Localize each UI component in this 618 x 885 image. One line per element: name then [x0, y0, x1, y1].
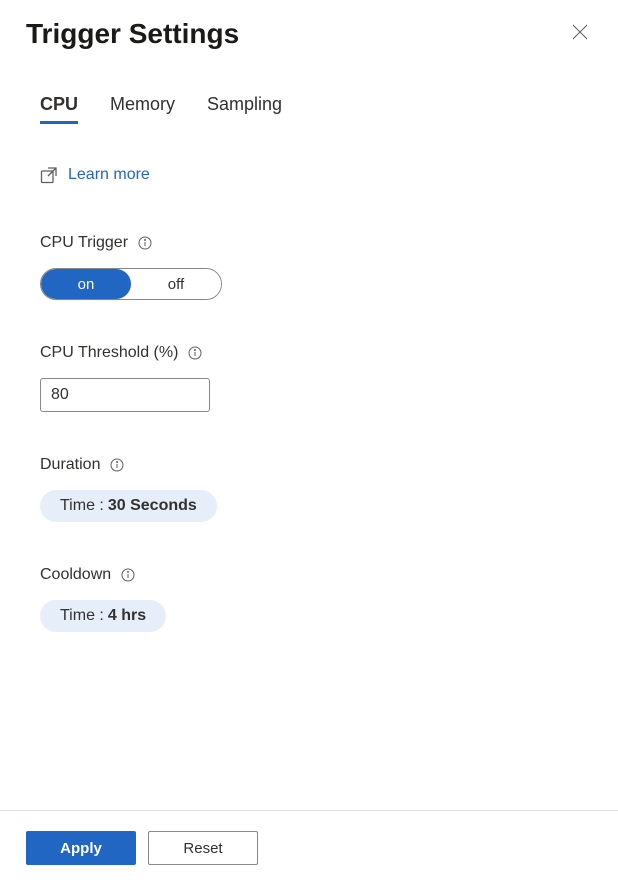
- tab-memory[interactable]: Memory: [110, 94, 175, 124]
- tab-sampling[interactable]: Sampling: [207, 94, 282, 124]
- footer: Apply Reset: [0, 810, 618, 885]
- info-icon[interactable]: [138, 236, 152, 250]
- duration-label: Duration: [40, 456, 100, 474]
- reset-button[interactable]: Reset: [148, 831, 258, 865]
- close-icon: [572, 24, 588, 45]
- close-button[interactable]: [568, 20, 592, 49]
- apply-button[interactable]: Apply: [26, 831, 136, 865]
- cooldown-time-label: Time :: [60, 607, 104, 625]
- tab-cpu[interactable]: CPU: [40, 94, 78, 124]
- external-link-icon: [40, 166, 58, 184]
- cooldown-label: Cooldown: [40, 566, 111, 584]
- cpu-threshold-input[interactable]: [40, 378, 210, 412]
- tabs: CPU Memory Sampling: [40, 94, 578, 124]
- toggle-off[interactable]: off: [131, 269, 221, 299]
- info-icon[interactable]: [121, 568, 135, 582]
- cpu-trigger-toggle: on off: [40, 268, 222, 300]
- duration-time-label: Time :: [60, 497, 104, 515]
- duration-time-value: 30 Seconds: [108, 497, 197, 515]
- cooldown-pill[interactable]: Time : 4 hrs: [40, 600, 166, 632]
- cooldown-time-value: 4 hrs: [108, 607, 146, 625]
- info-icon[interactable]: [188, 346, 202, 360]
- cpu-trigger-label: CPU Trigger: [40, 234, 128, 252]
- info-icon[interactable]: [110, 458, 124, 472]
- learn-more-link[interactable]: Learn more: [68, 166, 150, 184]
- toggle-on[interactable]: on: [41, 269, 131, 299]
- cpu-threshold-label: CPU Threshold (%): [40, 344, 178, 362]
- duration-pill[interactable]: Time : 30 Seconds: [40, 490, 217, 522]
- page-title: Trigger Settings: [26, 18, 239, 50]
